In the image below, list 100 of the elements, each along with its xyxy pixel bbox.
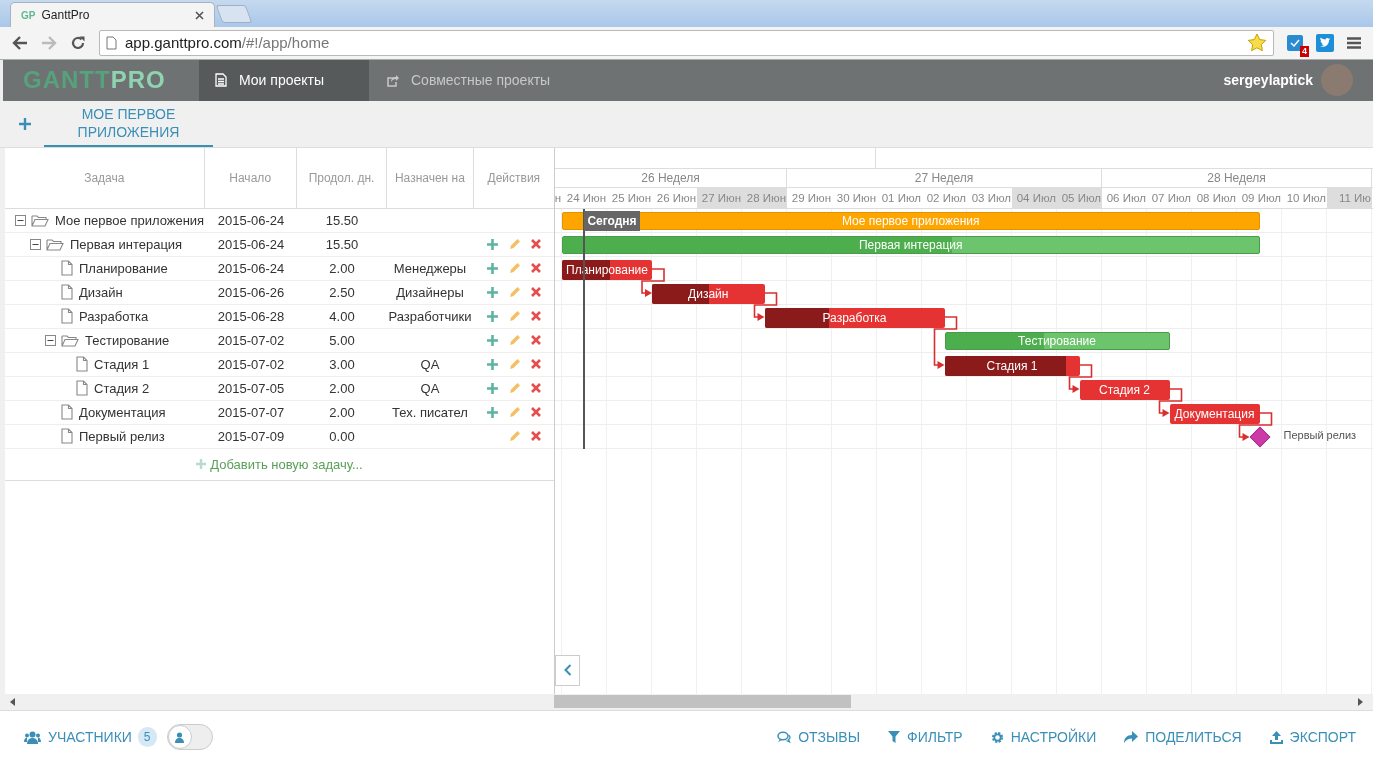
task-name[interactable]: Планирование — [79, 260, 168, 276]
speech-bubbles-icon — [777, 730, 792, 744]
task-name[interactable]: Стадия 1 — [94, 356, 150, 372]
horizontal-scrollbar[interactable] — [0, 693, 1373, 711]
duration: 15.50 — [325, 236, 359, 252]
delete-icon[interactable] — [530, 239, 541, 250]
task-name[interactable]: Дизайн — [79, 284, 123, 300]
delete-icon[interactable] — [530, 383, 541, 394]
add-subtask-icon[interactable] — [486, 382, 498, 394]
task-name[interactable]: Тестирование — [85, 332, 170, 348]
column-header: Продол. дн. — [296, 147, 388, 208]
task-name[interactable]: Первый релиз — [79, 428, 165, 444]
day-header: 01 Июл — [880, 190, 922, 206]
task-name[interactable]: Документация — [79, 404, 166, 420]
document-icon — [61, 308, 73, 325]
delete-icon[interactable] — [530, 407, 541, 418]
milestone-label: Первый релиз — [1283, 428, 1357, 441]
star-icon[interactable] — [1247, 33, 1267, 53]
day-header: н — [555, 190, 562, 206]
settings-icon — [990, 730, 1004, 744]
scroll-left-icon[interactable] — [10, 697, 16, 706]
task-name[interactable]: Мое первое приложения — [55, 212, 205, 228]
gantt-bar[interactable]: Стадия 1 — [944, 355, 1080, 376]
gantt-bar[interactable]: Разработка — [764, 307, 945, 328]
assignee: Дизайнеры — [396, 284, 464, 300]
day-header: 26 Июн — [655, 190, 697, 206]
plus-icon — [196, 459, 207, 470]
members-button[interactable]: УЧАСТНИКИ — [24, 729, 132, 746]
assignee: QA — [420, 356, 440, 372]
members-count: 5 — [137, 727, 157, 748]
close-icon[interactable] — [195, 10, 204, 20]
start-date: 2015-07-05 — [217, 380, 285, 396]
add-project-icon[interactable] — [19, 117, 31, 130]
notification-badge: 4 — [1300, 46, 1309, 57]
add-subtask-icon[interactable] — [486, 310, 498, 322]
day-header: 10 Июл — [1285, 190, 1327, 206]
feedback-link[interactable]: ОТЗЫВЫ — [777, 729, 861, 746]
gantt-bar[interactable]: Документация — [1169, 403, 1260, 424]
add-subtask-icon[interactable] — [486, 358, 498, 370]
gantt-bar[interactable]: Дизайн — [652, 283, 765, 304]
tab-title: GanttPro — [41, 8, 91, 23]
document-icon — [76, 356, 88, 373]
start-date: 2015-06-28 — [217, 308, 285, 324]
add-subtask-icon[interactable] — [486, 286, 498, 298]
day-header: 28 Июн — [742, 187, 787, 208]
checkmark-extension-icon[interactable] — [1287, 35, 1303, 51]
document-icon — [61, 428, 73, 445]
delete-icon[interactable] — [530, 287, 541, 298]
collapse-toggle-icon[interactable] — [45, 334, 56, 346]
document-icon — [215, 73, 227, 88]
day-header: 05 Июл — [1057, 187, 1102, 208]
reload-icon[interactable] — [70, 35, 86, 51]
collapse-panel-button[interactable] — [555, 654, 580, 686]
export-link[interactable]: ЭКСПОРТ — [1269, 729, 1356, 746]
share-link[interactable]: ПОДЕЛИТЬСЯ — [1124, 729, 1242, 746]
folder-icon — [31, 213, 49, 227]
document-icon — [76, 380, 88, 397]
delete-icon[interactable] — [530, 335, 541, 346]
username[interactable]: sergeylaptick — [1223, 72, 1313, 89]
document-icon — [61, 284, 73, 301]
settings-link[interactable]: НАСТРОЙКИ — [990, 729, 1097, 746]
assignee: QA — [420, 380, 440, 396]
day-header: 06 Июл — [1105, 190, 1147, 206]
gantt-bar[interactable]: Планирование — [562, 259, 652, 280]
delete-icon[interactable] — [530, 359, 541, 370]
add-subtask-icon[interactable] — [486, 406, 498, 418]
browser-tab[interactable]: GP GanttPro — [10, 2, 215, 28]
nav-tab[interactable]: Мои проекты — [199, 59, 369, 101]
filter-icon — [888, 731, 901, 744]
task-name[interactable]: Разработка — [79, 308, 149, 324]
bird-extension-icon[interactable] — [1316, 34, 1334, 52]
add-subtask-icon[interactable] — [486, 238, 498, 250]
day-header: 08 Июл — [1195, 190, 1237, 206]
menu-icon[interactable] — [1347, 37, 1361, 49]
back-icon[interactable] — [12, 36, 28, 50]
gantt-bar[interactable]: Стадия 2 — [1079, 379, 1170, 400]
start-date: 2015-06-24 — [217, 260, 285, 276]
filter-link[interactable]: ФИЛЬТР — [888, 729, 963, 746]
column-header: Назначен на — [387, 147, 474, 208]
start-date: 2015-07-09 — [217, 428, 285, 444]
week-label: 28 Неделя — [1207, 170, 1266, 185]
delete-icon[interactable] — [530, 311, 541, 322]
delete-icon[interactable] — [530, 431, 541, 442]
add-subtask-icon[interactable] — [486, 262, 498, 274]
delete-icon[interactable] — [530, 263, 541, 274]
document-icon — [61, 260, 73, 277]
collapse-toggle-icon[interactable] — [15, 214, 26, 226]
task-name[interactable]: Стадия 2 — [94, 380, 150, 396]
duration: 2.00 — [329, 380, 355, 396]
add-subtask-icon[interactable] — [486, 334, 498, 346]
folder-icon — [46, 237, 64, 251]
collapse-toggle-icon[interactable] — [30, 238, 41, 250]
toggle-switch[interactable] — [166, 724, 213, 751]
task-name[interactable]: Первая интерация — [70, 236, 183, 252]
dependency-arrow — [1068, 363, 1093, 393]
address-bar[interactable]: app.ganttpro.com/#!/app/home — [99, 30, 1274, 56]
favicon: GP — [21, 9, 36, 21]
start-date: 2015-06-24 — [217, 212, 285, 228]
duration: 0.00 — [329, 428, 355, 444]
scroll-right-icon[interactable] — [1357, 697, 1363, 706]
